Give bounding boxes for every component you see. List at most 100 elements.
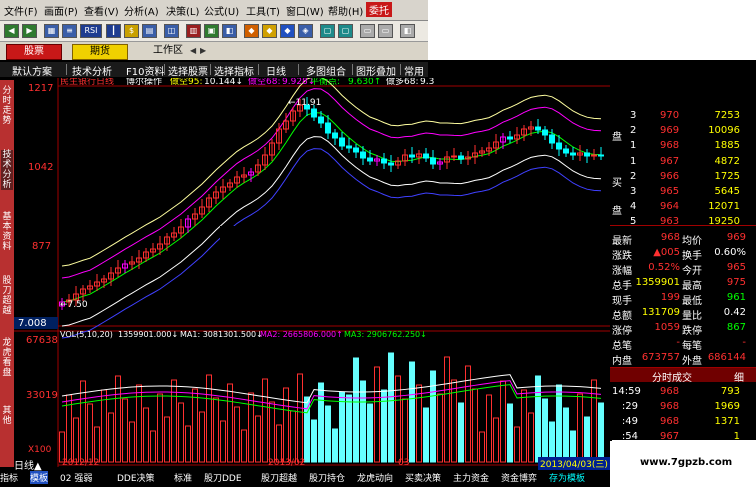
volume-bar bbox=[458, 402, 464, 463]
tab-workspace[interactable]: 工作区 bbox=[148, 44, 188, 58]
grid-icon[interactable]: ▦ bbox=[44, 24, 59, 38]
bottom-tab[interactable]: 标准 bbox=[174, 471, 192, 484]
long68-label: 做多68: bbox=[386, 78, 419, 87]
tab-default-scheme[interactable]: 默认方案 bbox=[12, 63, 52, 78]
quote-value: 0.60% bbox=[714, 247, 746, 258]
scroll-left-icon[interactable]: ◀ bbox=[190, 46, 196, 55]
menu-screen[interactable]: 画面(P) bbox=[44, 3, 78, 18]
scroll-right-icon[interactable]: ▶ bbox=[200, 46, 206, 55]
tab-select-stock[interactable]: 选择股票 bbox=[168, 63, 208, 78]
vtab-technical[interactable]: 技术分析 bbox=[1, 150, 13, 190]
menu-window[interactable]: 窗口(W) bbox=[286, 3, 324, 18]
tool-icon[interactable]: ◫ bbox=[164, 24, 179, 38]
candle-body bbox=[542, 129, 548, 136]
quote-value: 673757 bbox=[641, 352, 680, 363]
price-axis-low: 877 bbox=[32, 241, 51, 252]
quote-value: 969 bbox=[726, 232, 746, 243]
window-icon[interactable]: ▭ bbox=[378, 24, 393, 38]
vol-axis-top: 67638 bbox=[26, 335, 58, 346]
bottom-tab[interactable]: 股刀持仓 bbox=[309, 471, 345, 484]
tab-overlay[interactable]: 图形叠加 bbox=[356, 63, 396, 78]
window-icon[interactable]: ▢ bbox=[320, 24, 335, 38]
menu-trade[interactable]: 委托 bbox=[366, 2, 392, 17]
dollar-icon[interactable]: $ bbox=[124, 24, 139, 38]
tool-icon[interactable]: ▣ bbox=[204, 24, 219, 38]
tool-icon[interactable]: ◆ bbox=[280, 24, 295, 38]
menu-analysis[interactable]: 分析(A) bbox=[124, 3, 159, 18]
bottom-tab[interactable]: 模板 bbox=[30, 471, 49, 484]
kline-icon[interactable]: ┃ bbox=[106, 24, 121, 38]
settings-icon[interactable]: ◧ bbox=[400, 24, 415, 38]
bottom-tab[interactable]: 股刀DDE bbox=[204, 471, 242, 484]
tab-f10[interactable]: F10资料 bbox=[126, 63, 164, 78]
vtab-other[interactable]: 其他 bbox=[1, 406, 13, 426]
tab-technical[interactable]: 技术分析 bbox=[72, 63, 112, 78]
buy-volume: 12071 bbox=[708, 201, 740, 212]
tool-icon[interactable]: ◧ bbox=[222, 24, 237, 38]
bottom-tab[interactable]: 存为模板 bbox=[549, 471, 585, 484]
bottom-tab[interactable]: 指标 bbox=[0, 471, 18, 484]
buy-price: 967 bbox=[660, 156, 680, 167]
vtab-longhu[interactable]: 龙虎看盘 bbox=[1, 338, 13, 378]
menu-formula[interactable]: 公式(U) bbox=[204, 3, 239, 18]
vtab-gudao[interactable]: 股刀超越 bbox=[1, 276, 13, 316]
ticks-detail-button[interactable]: 细 bbox=[734, 369, 744, 384]
tab-common[interactable]: 常用 bbox=[404, 63, 424, 78]
menu-tools[interactable]: 工具(T) bbox=[246, 3, 280, 18]
vtab-basic[interactable]: 基本资料 bbox=[1, 212, 13, 252]
tick-price: 968 bbox=[660, 401, 680, 412]
menu-decision[interactable]: 决策(L) bbox=[166, 3, 199, 18]
chart-icon[interactable]: ▤ bbox=[142, 24, 157, 38]
candle-body bbox=[346, 145, 352, 149]
tab-daily[interactable]: 日线 bbox=[266, 63, 286, 78]
sell-level: 3 bbox=[630, 110, 637, 121]
tool-icon[interactable]: ◆ bbox=[244, 24, 259, 38]
vtab-timeshare[interactable]: 分时走势 bbox=[1, 86, 13, 126]
tool-icon[interactable]: ▥ bbox=[186, 24, 201, 38]
forward-icon[interactable]: ▶ bbox=[22, 24, 37, 38]
buy-level: 2 bbox=[630, 171, 637, 182]
bottom-tab[interactable]: 买卖决策 bbox=[405, 471, 441, 484]
back-icon[interactable]: ◀ bbox=[4, 24, 19, 38]
tab-stock[interactable]: 股票 bbox=[6, 44, 62, 60]
bottom-tab[interactable]: DDE决策 bbox=[117, 471, 155, 484]
tool-icon[interactable]: ◆ bbox=[262, 24, 277, 38]
buy-side-label-bottom: 盘 bbox=[612, 206, 622, 217]
tab-futures[interactable]: 期货 bbox=[72, 44, 128, 60]
bottom-tab[interactable]: 资金博弈 bbox=[501, 471, 537, 484]
quote-label: 涨幅 bbox=[612, 266, 632, 277]
menu-view[interactable]: 查看(V) bbox=[84, 3, 119, 18]
quote-value: - bbox=[742, 337, 746, 348]
buy-price: 966 bbox=[660, 171, 680, 182]
menu-file[interactable]: 文件(F) bbox=[4, 3, 38, 18]
menu-help[interactable]: 帮助(H) bbox=[328, 3, 363, 18]
menu-bar: 文件(F) 画面(P) 查看(V) 分析(A) 决策(L) 公式(U) 工具(T… bbox=[0, 0, 428, 21]
list-icon[interactable]: ≡ bbox=[62, 24, 77, 38]
quote-value: ▲005 bbox=[653, 247, 680, 258]
quote-label: 总额 bbox=[612, 311, 632, 322]
quote-value: 199 bbox=[660, 292, 680, 303]
quote-panel: 盘 买 盘 3 970 7253 2 969 10096 1 968 1885 1 967 4872 2… bbox=[610, 60, 756, 442]
period-label[interactable]: 日线▲ bbox=[14, 457, 42, 472]
bottom-tab[interactable]: 龙虎动向 bbox=[357, 471, 393, 484]
bottom-tab[interactable]: 主力资金 bbox=[453, 471, 489, 484]
tool-icon[interactable]: ◈ bbox=[298, 24, 313, 38]
sell-side-label: 盘 bbox=[612, 132, 622, 143]
analysis-tab-bar: 默认方案 技术分析 F10资料 选择股票 选择指标 日线 多图组合 图形叠加 常… bbox=[0, 62, 428, 78]
quote-value: 965 bbox=[726, 262, 746, 273]
vol-ma3: MA3: 2906762.250↓ bbox=[344, 330, 427, 339]
volume-bar bbox=[339, 391, 345, 463]
window-icon[interactable]: ▭ bbox=[360, 24, 375, 38]
kline-chart[interactable]: 民生银行日线 博尔操作 做空95: 10.144↓ 做空68: 9.928↓ 平… bbox=[14, 78, 610, 467]
rsi-icon[interactable]: RSI bbox=[80, 24, 102, 38]
candle-body bbox=[311, 108, 317, 118]
bottom-tab[interactable]: 股刀超越 bbox=[261, 471, 297, 484]
sell-price: 968 bbox=[660, 140, 680, 151]
tab-select-indicator[interactable]: 选择指标 bbox=[214, 63, 254, 78]
date-label-2: 2013/02 bbox=[268, 458, 305, 467]
volume-bar bbox=[549, 421, 555, 463]
volume-bar bbox=[542, 398, 548, 463]
window-icon[interactable]: ▢ bbox=[338, 24, 353, 38]
bottom-tab[interactable]: 02 强弱 bbox=[60, 471, 92, 484]
tab-multi-chart[interactable]: 多图组合 bbox=[306, 63, 346, 78]
